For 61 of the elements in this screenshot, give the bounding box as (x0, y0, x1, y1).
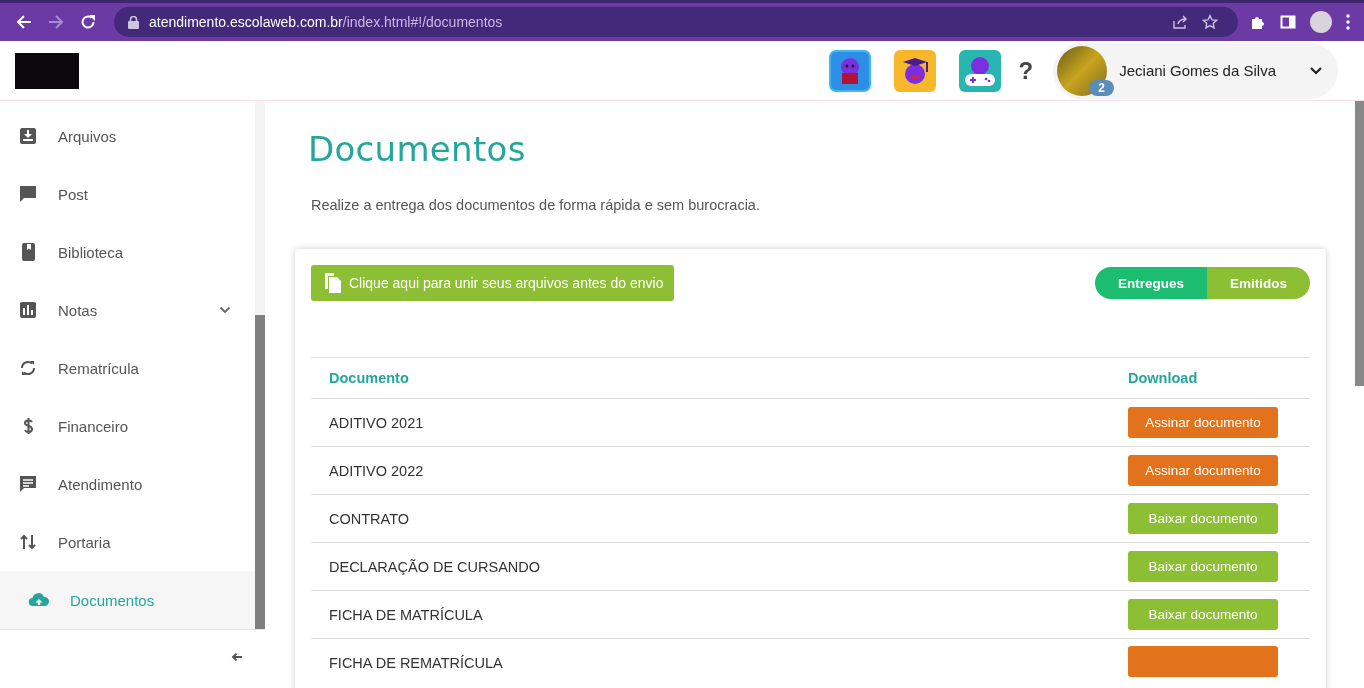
puzzle-icon[interactable] (1250, 14, 1266, 30)
sidebar-item[interactable]: Biblioteca (0, 223, 255, 281)
sidebar-label: Documentos (70, 591, 156, 609)
reload-icon[interactable] (80, 14, 96, 30)
help-link[interactable]: ? (1018, 56, 1034, 85)
sidebar-label: Portaria (58, 533, 112, 551)
chat-message-icon (18, 474, 38, 494)
sidebar-label: Arquivos (58, 127, 118, 145)
back-arrow-icon[interactable] (16, 14, 32, 30)
forward-arrow-icon[interactable] (48, 14, 64, 30)
bar-chart-icon (18, 300, 38, 320)
sync-arrows-icon (18, 358, 38, 378)
document-name: DECLARAÇÃO DE CURSANDO (311, 542, 1110, 591)
document-name: ADITIVO 2021 (311, 398, 1110, 447)
side-panel-icon[interactable] (1280, 14, 1296, 30)
page-subtitle: Realize a entrega dos documentos de forma rápida e sem burocracia. (311, 197, 761, 213)
menu-icon[interactable] (1346, 14, 1350, 30)
profile-avatar[interactable] (1310, 11, 1332, 33)
column-header: Documento (311, 357, 1110, 399)
document-name: FICHA DE MATRÍCULA (311, 590, 1110, 639)
sidebar-item[interactable]: Financeiro (0, 397, 255, 455)
sidebar-item[interactable]: Portaria (0, 513, 255, 571)
sidebar-label: Rematrícula (58, 359, 140, 377)
archive-download-icon (18, 126, 38, 146)
up-down-arrows-icon (18, 532, 38, 552)
share-icon[interactable] (1172, 14, 1188, 30)
user-avatar (1057, 45, 1108, 96)
url-path: /index.html#!/documentos (342, 14, 503, 30)
copy-files-icon (323, 272, 343, 294)
chevron-down-icon (1310, 66, 1322, 75)
school-logo[interactable] (15, 52, 79, 89)
monster-graduation-icon[interactable] (893, 49, 936, 92)
document-name: CONTRATO (311, 494, 1110, 543)
sidebar-item[interactable]: Arquivos (0, 107, 255, 165)
document-name: FICHA DE REMATRÍCULA (311, 638, 1110, 686)
column-header: Download (1110, 357, 1310, 399)
sidebar-item[interactable]: Atendimento (0, 455, 255, 513)
page-scrollbar-thumb[interactable] (1355, 101, 1364, 386)
user-menu[interactable]: 2 Jeciani Gomes da Silva (1053, 42, 1338, 99)
scrollbar-thumb[interactable] (255, 315, 265, 629)
sidebar-item[interactable]: Post (0, 165, 255, 223)
monster-gamepad-icon[interactable] (958, 49, 1001, 92)
sidebar-item[interactable]: Notas (0, 281, 255, 339)
sidebar-label: Notas (58, 301, 99, 319)
chevron-down-icon[interactable] (219, 306, 231, 314)
lock-icon (128, 15, 139, 29)
collapse-arrow-icon[interactable] (231, 652, 243, 662)
url-host: atendimento.escolaweb.com.br (149, 14, 343, 30)
sign-document-button[interactable] (1128, 645, 1278, 677)
user-name: Jeciani Gomes da Silva (1119, 62, 1276, 79)
sidebar-item[interactable]: Rematrícula (0, 339, 255, 397)
sidebar-label: Atendimento (58, 475, 144, 493)
monster-cart-icon[interactable] (828, 49, 871, 92)
speech-bubble-icon (18, 184, 38, 204)
star-icon[interactable] (1202, 14, 1218, 30)
sidebar-label: Post (58, 185, 89, 203)
sidebar-label: Financeiro (58, 417, 130, 435)
page-title: Documentos (308, 129, 527, 169)
sidebar-label: Biblioteca (58, 243, 125, 261)
address-bar[interactable]: atendimento.escolaweb.com.br/index.html#!/documentos (114, 7, 1238, 37)
document-name: ADITIVO 2022 (311, 446, 1110, 495)
